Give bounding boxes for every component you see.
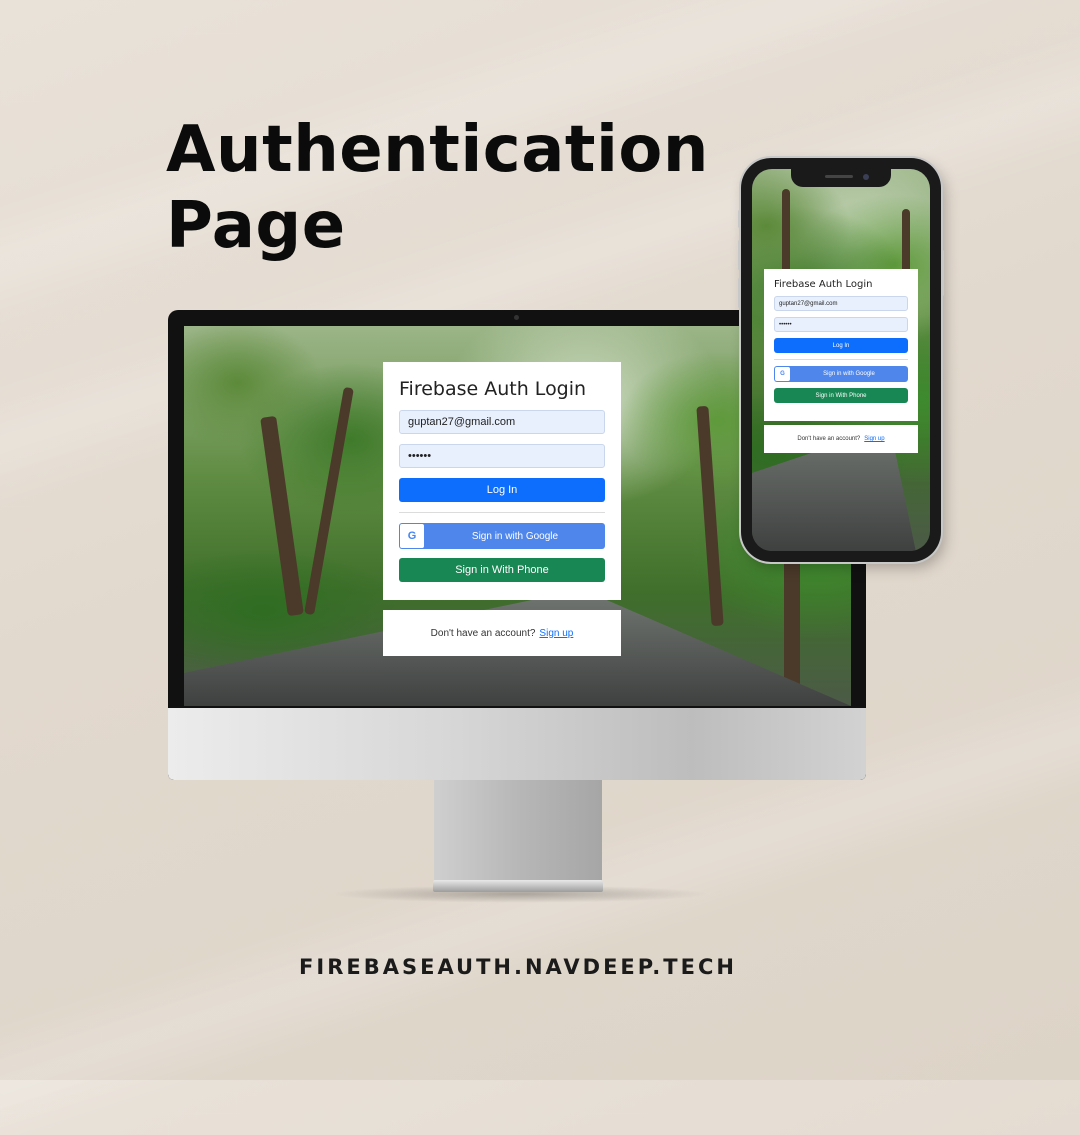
- phone-signup-link[interactable]: Sign up: [864, 436, 884, 442]
- phone-password-field[interactable]: ••••••: [774, 317, 908, 332]
- phone-phone-signin-button[interactable]: Sign in With Phone: [774, 388, 908, 403]
- front-camera-icon: [863, 174, 869, 180]
- phone-login-button[interactable]: Log In: [774, 338, 908, 353]
- google-icon: G: [400, 524, 424, 548]
- login-card: Firebase Auth Login guptan27@gmail.com •…: [383, 362, 621, 600]
- phone-divider: [774, 359, 908, 360]
- phone-login-card: Firebase Auth Login guptan27@gmail.com •…: [764, 269, 918, 421]
- phone-signup-card: Don't have an account? Sign up: [764, 425, 918, 453]
- footer-url[interactable]: FIREBASEAUTH.NAVDEEP.TECH: [0, 955, 1036, 979]
- headline-line-1: Authentication: [166, 113, 709, 187]
- signup-prompt: Don't have an account?: [430, 627, 536, 639]
- google-signin-button[interactable]: G Sign in with Google: [399, 523, 605, 549]
- mobile-phone: Firebase Auth Login guptan27@gmail.com •…: [738, 158, 944, 562]
- login-title: Firebase Auth Login: [399, 378, 587, 400]
- phone-notch: [791, 169, 891, 187]
- phone-login-button-label: Log In: [832, 342, 850, 349]
- phone-signup-prompt: Don't have an account?: [797, 436, 861, 442]
- monitor-stand-base: [433, 880, 603, 892]
- email-field[interactable]: guptan27@gmail.com: [399, 410, 605, 434]
- phone-google-signin-button[interactable]: G Sign in with Google: [774, 366, 908, 382]
- signup-card: Don't have an account? Sign up: [383, 610, 621, 656]
- google-button-label: Sign in with Google: [471, 530, 559, 542]
- login-button[interactable]: Log In: [399, 478, 605, 502]
- signup-link[interactable]: Sign up: [539, 628, 573, 639]
- email-value: guptan27@gmail.com: [408, 416, 516, 428]
- phone-password-value: ••••••: [779, 321, 792, 328]
- password-field[interactable]: ••••••: [399, 444, 605, 468]
- phone-email-field[interactable]: guptan27@gmail.com: [774, 296, 908, 311]
- phone-google-icon: G: [775, 367, 790, 381]
- phone-signin-button[interactable]: Sign in With Phone: [399, 558, 605, 582]
- login-button-label: Log In: [486, 484, 518, 496]
- monitor-chin: [168, 708, 866, 780]
- camera-dot: [514, 315, 519, 320]
- page-headline: Authentication Page: [166, 112, 709, 264]
- monitor-stand: [434, 780, 602, 884]
- phone-google-button-label: Sign in with Google: [823, 371, 875, 377]
- phone-button-label: Sign in With Phone: [455, 564, 549, 576]
- phone-phone-button-label: Sign in With Phone: [815, 392, 867, 399]
- divider: [399, 512, 605, 513]
- headline-line-2: Page: [166, 189, 346, 263]
- phone-email-value: guptan27@gmail.com: [779, 300, 838, 307]
- phone-screen: Firebase Auth Login guptan27@gmail.com •…: [752, 169, 930, 551]
- phone-login-title: Firebase Auth Login: [774, 279, 873, 290]
- password-value: ••••••: [408, 450, 432, 462]
